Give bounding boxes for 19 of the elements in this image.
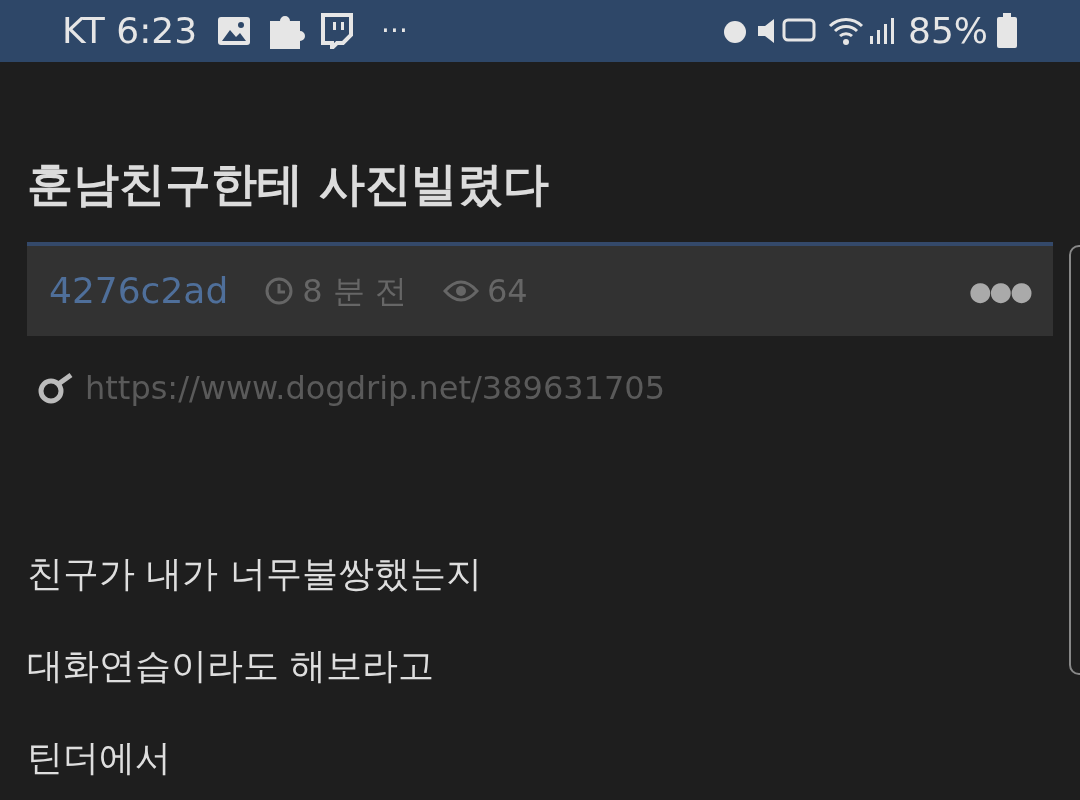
body-text-line: 틴더에서 (27, 736, 172, 780)
battery-percent: 85% (908, 9, 988, 53)
battery-icon (996, 13, 1018, 49)
image-icon (217, 16, 252, 46)
author-link[interactable]: 4276c2ad (49, 264, 229, 318)
signal-icon (868, 16, 896, 46)
chat-icon (319, 13, 354, 49)
post-title: 훈남친구한테 사진빌렸다 (27, 156, 550, 213)
post-url-link[interactable]: https://www.dogdrip.net/389631705 (85, 364, 666, 412)
status-time: KT 6:23 (62, 9, 198, 53)
eye-icon (442, 279, 479, 303)
more-button[interactable]: ●●● (968, 271, 1031, 311)
wifi-icon (828, 16, 864, 46)
clock-icon (264, 276, 295, 306)
body-text-line: 대화연습이라도 해보라고 (27, 644, 436, 688)
scrollbar[interactable] (1069, 245, 1080, 675)
mute-icon (758, 19, 774, 43)
more-notifications: ··· (381, 13, 408, 49)
body-text-line: 친구가 내가 너무불쌍했는지 (27, 552, 483, 596)
